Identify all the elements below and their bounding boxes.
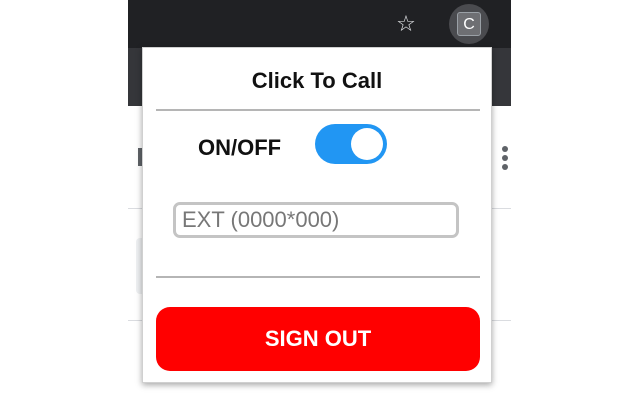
toggle-knob xyxy=(351,128,383,160)
extension-icon[interactable]: C xyxy=(457,12,481,36)
divider xyxy=(156,109,480,111)
popup-title: Click To Call xyxy=(251,68,383,93)
click-to-call-popup: Click To Call ON/OFF SIGN OUT xyxy=(142,47,492,383)
on-off-toggle[interactable] xyxy=(315,124,387,164)
more-vert-icon[interactable] xyxy=(500,146,510,174)
sign-out-button[interactable]: SIGN OUT xyxy=(156,307,480,371)
screen: ☆ C Click To Call ON/OFF SIGN OUT xyxy=(0,0,640,400)
divider xyxy=(156,276,480,278)
extension-number-input[interactable] xyxy=(173,202,459,238)
toggle-label: ON/OFF xyxy=(198,135,282,160)
bookmark-star-icon[interactable]: ☆ xyxy=(394,12,418,36)
